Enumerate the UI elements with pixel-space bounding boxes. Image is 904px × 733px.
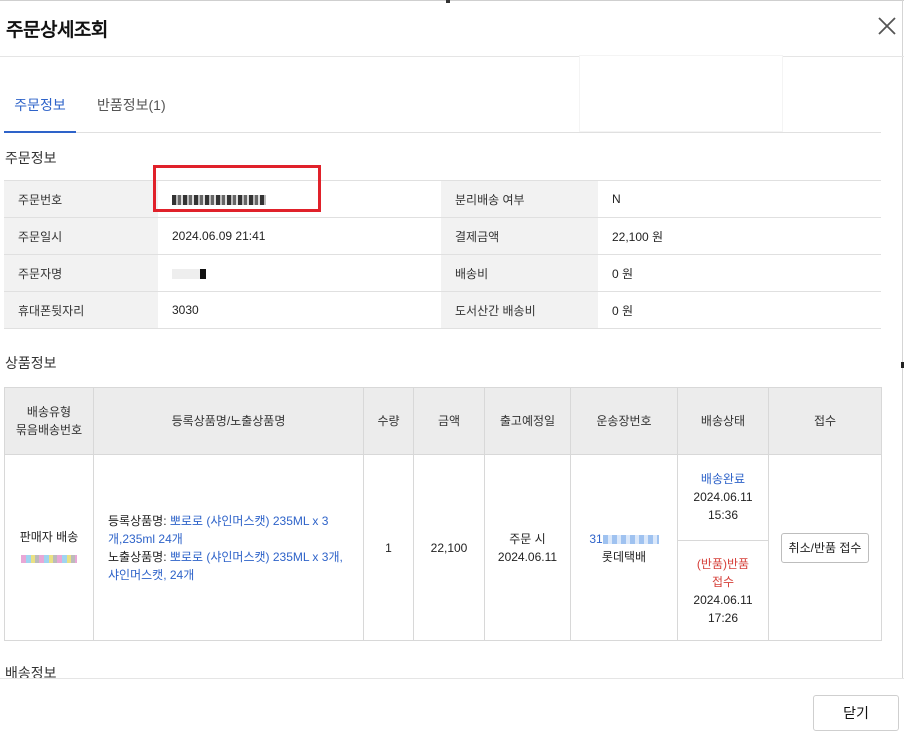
- masked-tracking-number: [602, 534, 659, 544]
- receive-cell: 취소/반품 접수: [768, 454, 882, 641]
- col-amount: 금액: [413, 387, 485, 455]
- table-row: 주문번호 분리배송 여부 N: [4, 180, 881, 218]
- split-delivery-value: N: [598, 180, 881, 218]
- delivery-type-value: 판매자 배송: [19, 529, 79, 544]
- table-row: 주문일시 2024.06.09 21:41 결제금액 22,100 원: [4, 217, 881, 255]
- return-tag: (반품): [696, 557, 727, 571]
- col-receive: 접수: [768, 387, 882, 455]
- payment-amount-value: 22,100 원: [598, 217, 881, 255]
- shipping-fee-value: 0 원: [598, 254, 881, 292]
- masked-bundle-number: [21, 555, 77, 564]
- col-delivery-type: 배송유형 묶음배송번호: [4, 387, 94, 455]
- phone-last-digits-value: 3030: [158, 291, 441, 329]
- close-button[interactable]: 닫기: [813, 695, 899, 731]
- exposed-name-label: 노출상품명:: [108, 549, 170, 564]
- col-delivery-type-line1: 배송유형: [26, 405, 72, 419]
- orderer-name-value: [158, 254, 441, 292]
- cancel-return-button[interactable]: 취소/반품 접수: [780, 532, 870, 563]
- shipping-fee-label: 배송비: [441, 254, 598, 292]
- payment-amount-label: 결제금액: [441, 217, 598, 255]
- col-quantity: 수량: [363, 387, 414, 455]
- col-delivery-type-line2: 묶음배송번호: [15, 423, 83, 437]
- ship-date-line2: 2024.06.11: [497, 549, 558, 564]
- masked-orderer-name: [172, 268, 206, 279]
- remote-area-fee-value: 0 원: [598, 291, 881, 329]
- dialog-footer: 닫기: [0, 678, 904, 733]
- col-tracking: 운송장번호: [570, 387, 678, 455]
- quantity-cell: 1: [363, 454, 414, 641]
- highlight-box: [153, 165, 321, 212]
- tracking-number-link[interactable]: 31: [589, 532, 602, 546]
- tracking-cell: 31 롯데택배: [570, 454, 678, 641]
- status-return-time: 17:26: [707, 611, 739, 625]
- close-icon[interactable]: [873, 12, 901, 40]
- status-delivered-link[interactable]: 배송완료: [678, 470, 768, 488]
- status-delivered-date: 2024.06.11: [693, 490, 753, 504]
- table-header-row: 배송유형 묶음배송번호 등록상품명/노출상품명 수량 금액 출고예정일 운송장번…: [4, 387, 882, 455]
- product-name-cell: 등록상품명: 뽀로로 (샤인머스캣) 235ML x 3개,235ml 24개 …: [93, 454, 364, 641]
- table-row: 주문자명 배송비 0 원: [4, 254, 881, 292]
- product-table: 배송유형 묶음배송번호 등록상품명/노출상품명 수량 금액 출고예정일 운송장번…: [4, 387, 882, 641]
- status-cell: 배송완료 2024.06.11 15:36 (반품)반품 접수 2024.06.…: [677, 454, 769, 641]
- dialog-header: 주문상세조회: [0, 0, 904, 57]
- col-ship-date: 출고예정일: [484, 387, 571, 455]
- carrier-name: 롯데택배: [601, 549, 647, 564]
- col-status: 배송상태: [677, 387, 769, 455]
- col-product-name: 등록상품명/노출상품명: [93, 387, 364, 455]
- status-return-link[interactable]: 반품: [727, 557, 749, 571]
- order-section-title: 주문정보: [5, 150, 57, 166]
- amount-cell: 22,100: [413, 454, 485, 641]
- status-delivered-time: 15:36: [707, 508, 739, 522]
- phone-last-digits-label: 휴대폰뒷자리: [4, 291, 158, 329]
- orderer-name-label: 주문자명: [4, 254, 158, 292]
- registered-name-label: 등록상품명:: [108, 513, 170, 528]
- product-section-title: 상품정보: [5, 355, 57, 371]
- delivery-type-cell: 판매자 배송: [4, 454, 94, 641]
- split-delivery-label: 분리배송 여부: [441, 180, 598, 218]
- table-row: 판매자 배송 등록상품명: 뽀로로 (샤인머스캣) 235ML x 3개,235…: [4, 454, 882, 641]
- tab-order-info[interactable]: 주문정보: [4, 84, 76, 133]
- tab-bar: 주문정보 반품정보(1): [4, 84, 881, 133]
- status-return-received: 접수: [711, 575, 735, 589]
- order-date-label: 주문일시: [4, 217, 158, 255]
- ship-date-cell: 주문 시 2024.06.11: [484, 454, 571, 641]
- order-info-table: 주문번호 분리배송 여부 N 주문일시 2024.06.09 21:41 결제금…: [4, 180, 881, 329]
- table-row: 휴대폰뒷자리 3030 도서산간 배송비 0 원: [4, 291, 881, 329]
- order-number-label: 주문번호: [4, 180, 158, 218]
- dialog-title: 주문상세조회: [6, 20, 108, 41]
- status-return-date: 2024.06.11: [693, 593, 753, 607]
- tab-return-info[interactable]: 반품정보(1): [97, 84, 166, 131]
- order-date-value: 2024.06.09 21:41: [158, 217, 441, 255]
- remote-area-fee-label: 도서산간 배송비: [441, 291, 598, 329]
- ship-date-line1: 주문 시: [509, 531, 546, 546]
